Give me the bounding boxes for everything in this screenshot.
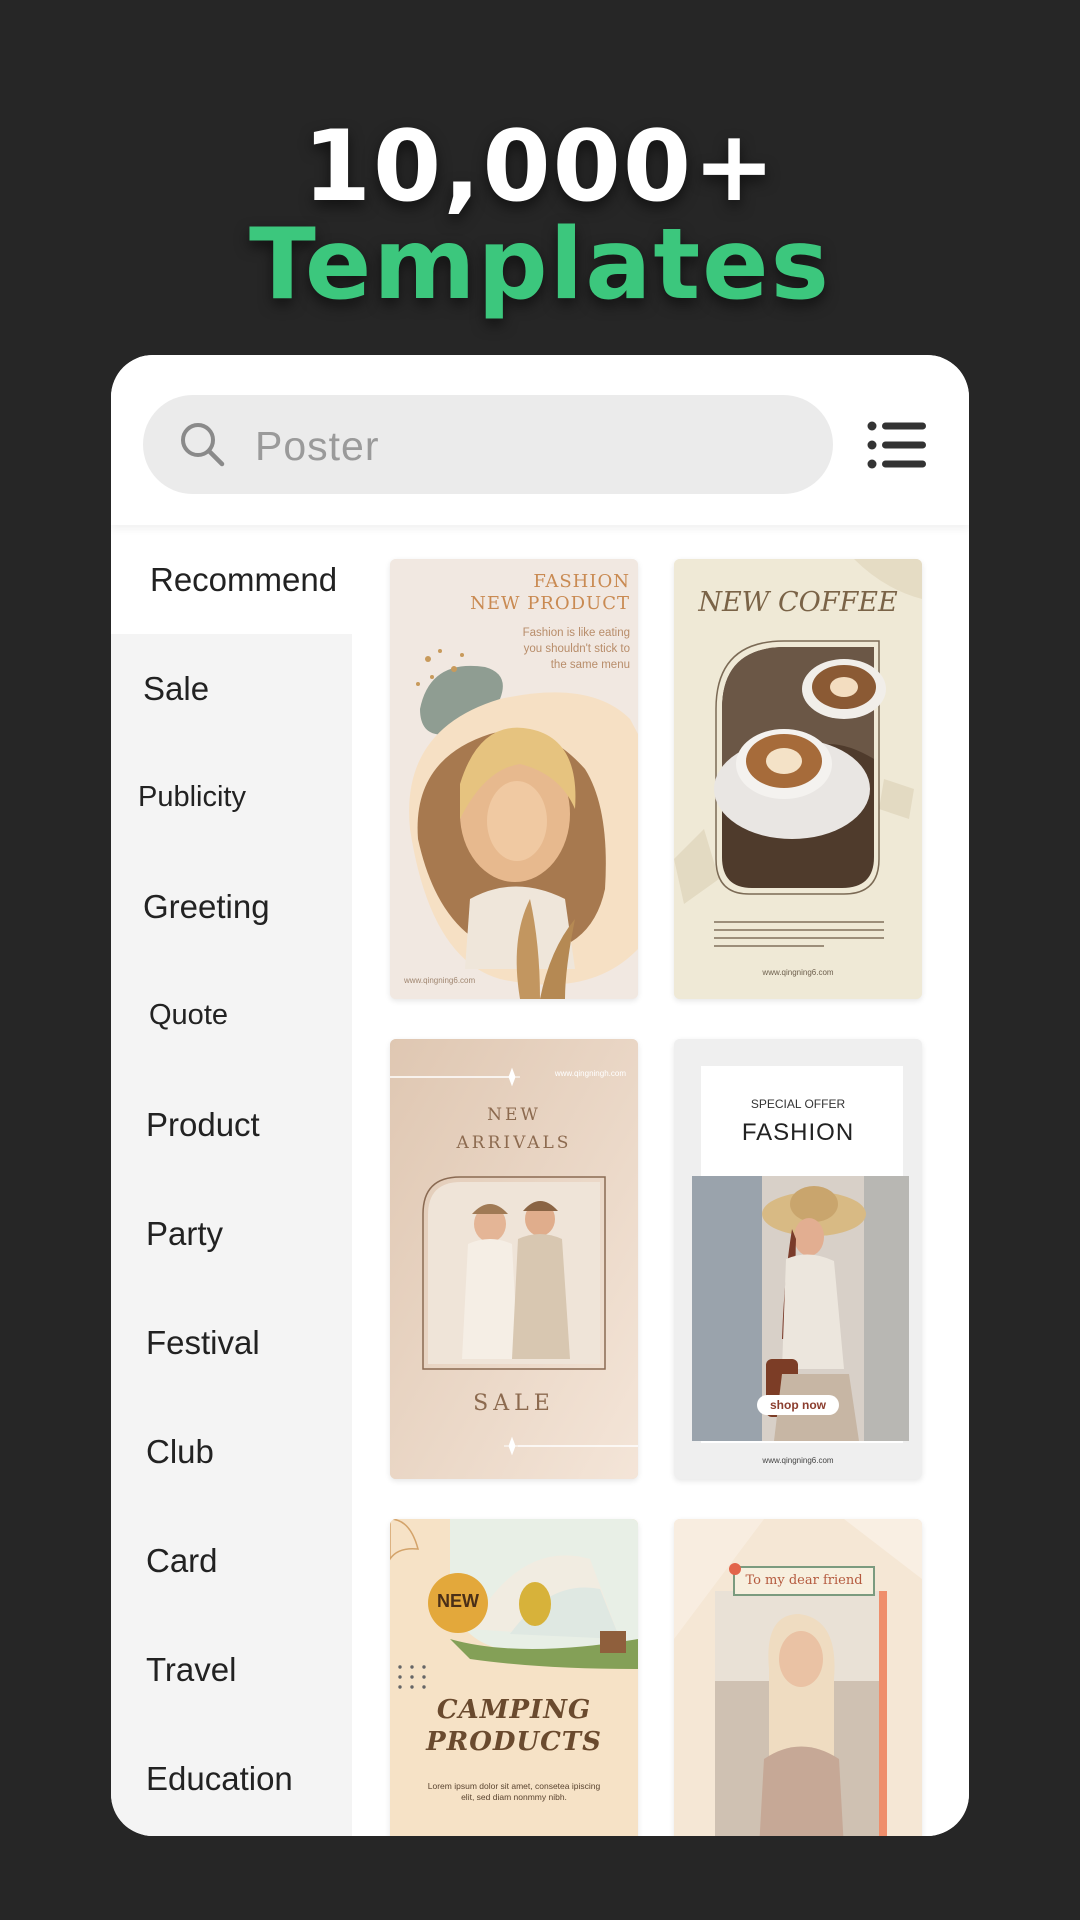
new-badge: NEW xyxy=(437,1591,479,1611)
sidebar-item-label: Sale xyxy=(143,670,210,707)
sidebar-item-label: Education xyxy=(146,1760,293,1797)
card-title: To my dear friend xyxy=(745,1573,863,1588)
app-panel: Recommend Sale Publicity Greeting Quote … xyxy=(111,355,969,1836)
sidebar-item-label: Festival xyxy=(146,1324,260,1361)
card-subtitle: NEW PRODUCT xyxy=(470,593,630,614)
sidebar-item-festival[interactable]: Festival xyxy=(111,1288,352,1397)
card-title: NEW xyxy=(487,1105,541,1125)
card-title: CAMPING xyxy=(436,1695,592,1725)
shop-now-button[interactable]: shop now xyxy=(757,1395,839,1415)
sidebar-item-label: Greeting xyxy=(143,888,270,925)
category-sidebar: Recommend Sale Publicity Greeting Quote … xyxy=(111,525,352,1836)
card-sale-label: SALE xyxy=(473,1391,555,1416)
sidebar-item-quote[interactable]: Quote xyxy=(111,961,352,1070)
template-card-new-arrivals[interactable]: NEW ARRIVALS SALE www.qingningh.com xyxy=(390,1039,638,1479)
sidebar-item-product[interactable]: Product xyxy=(111,1070,352,1179)
headline-count: 10,000+ xyxy=(302,110,778,224)
template-card-dear-friend[interactable]: To my dear friend xyxy=(674,1519,922,1836)
template-card-special-offer[interactable]: SPECIAL OFFER FASHION shop now www.qingn… xyxy=(674,1039,922,1479)
sidebar-item-label: Club xyxy=(146,1433,214,1470)
sidebar-item-label: Recommend xyxy=(150,561,338,598)
card-url: www.qingning6.com xyxy=(762,968,834,977)
card-kicker: SPECIAL OFFER xyxy=(750,1097,846,1111)
card-url: www.qingning6.com xyxy=(762,1456,834,1465)
sidebar-item-label: Party xyxy=(146,1215,224,1252)
card-url: www.qingning6.com xyxy=(404,976,476,985)
sidebar-item-sale[interactable]: Sale xyxy=(111,634,352,743)
sidebar-item-club[interactable]: Club xyxy=(111,1397,352,1506)
template-card-new-coffee[interactable]: NEW COFFEE www.qingning6.com xyxy=(674,559,922,999)
card-subtitle: ARRIVALS xyxy=(456,1133,572,1153)
template-thumbnail xyxy=(674,1519,922,1836)
search-icon xyxy=(181,423,225,467)
sidebar-item-recommend[interactable]: Recommend xyxy=(111,525,352,634)
search-bar[interactable] xyxy=(143,395,833,494)
headline: 10,000+ Templates xyxy=(0,118,1080,314)
card-title: FASHION xyxy=(533,571,630,592)
search-input[interactable] xyxy=(253,415,797,477)
card-url: www.qingningh.com xyxy=(554,1069,626,1078)
sidebar-item-label: Card xyxy=(146,1542,218,1579)
sidebar-item-party[interactable]: Party xyxy=(111,1179,352,1288)
template-card-camping-products[interactable]: NEW CAMPING PRODUCTS Lorem ipsum dolor s… xyxy=(390,1519,638,1836)
sidebar-item-label: Quote xyxy=(149,999,228,1031)
sidebar-item-travel[interactable]: Travel xyxy=(111,1615,352,1724)
list-menu-icon[interactable] xyxy=(867,420,929,470)
top-bar xyxy=(111,355,969,525)
card-tagline: Fashion is like eating you shouldn't sti… xyxy=(522,627,630,671)
headline-templates: Templates xyxy=(249,208,831,322)
template-card-fashion-new-product[interactable]: FASHION NEW PRODUCT Fashion is like eati… xyxy=(390,559,638,999)
sidebar-item-label: Travel xyxy=(146,1651,237,1688)
card-title: FASHION xyxy=(741,1119,855,1146)
template-thumbnail xyxy=(674,559,922,999)
sidebar-item-education[interactable]: Education xyxy=(111,1724,352,1833)
sidebar-item-label: Publicity xyxy=(138,781,246,813)
sidebar-item-card[interactable]: Card xyxy=(111,1506,352,1615)
sidebar-item-publicity[interactable]: Publicity xyxy=(111,743,352,852)
sidebar-item-label: Product xyxy=(146,1106,260,1143)
card-subtitle: PRODUCTS xyxy=(426,1727,602,1757)
card-title: NEW COFFEE xyxy=(698,587,898,618)
card-body: Lorem ipsum dolor sit amet, consetea ipi… xyxy=(427,1781,601,1802)
sidebar-item-greeting[interactable]: Greeting xyxy=(111,852,352,961)
template-grid: FASHION NEW PRODUCT Fashion is like eati… xyxy=(352,525,969,1836)
